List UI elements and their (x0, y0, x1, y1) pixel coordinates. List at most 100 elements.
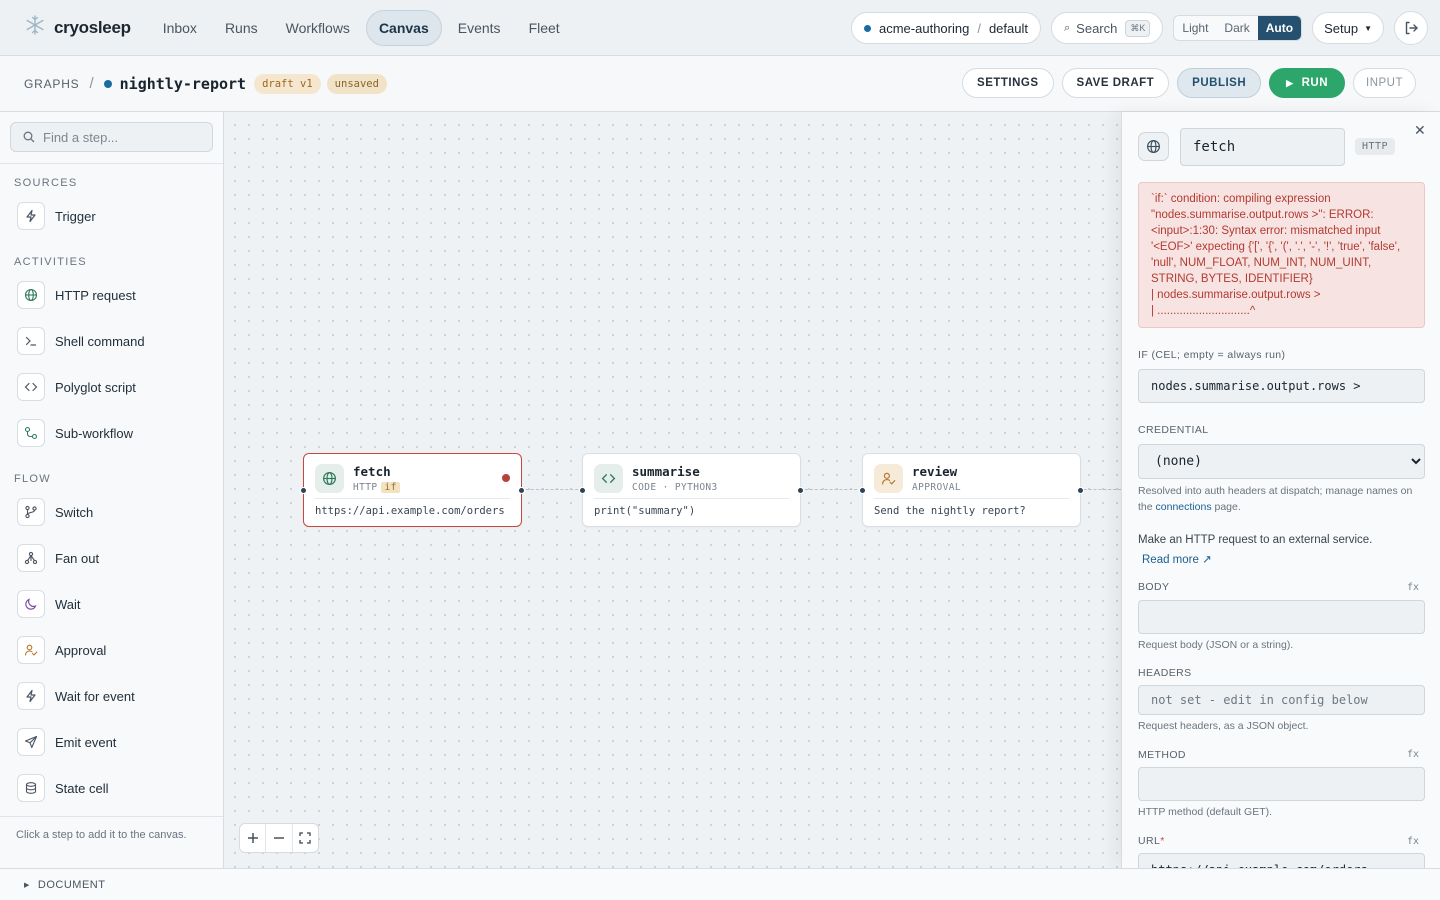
step-http-request[interactable]: HTTP request (14, 275, 214, 315)
read-more-link[interactable]: Read more ↗ (1142, 552, 1212, 566)
zoom-controls (239, 823, 319, 853)
step-state-cell[interactable]: State cell (14, 768, 214, 808)
connections-link[interactable]: connections (1156, 501, 1212, 513)
setup-menu[interactable]: Setup ▼ (1312, 12, 1384, 44)
theme-auto[interactable]: Auto (1257, 16, 1302, 40)
top-bar: cryosleep Inbox Runs Workflows Canvas Ev… (0, 0, 1440, 56)
run-button[interactable]: ▶ RUN (1269, 68, 1345, 98)
zoom-out-button[interactable] (266, 824, 293, 852)
breadcrumb-separator: / (89, 75, 94, 92)
if-badge: if (381, 482, 400, 493)
step-switch[interactable]: Switch (14, 492, 214, 532)
edge-review-next (1079, 489, 1121, 490)
input-button[interactable]: INPUT (1353, 68, 1416, 98)
nav-workflows[interactable]: Workflows (274, 11, 362, 45)
section-sources: SOURCES (14, 177, 78, 189)
step-polyglot-script[interactable]: Polyglot script (14, 367, 214, 407)
method-help: HTTP method (default GET). (1138, 806, 1273, 818)
step-approval[interactable]: Approval (14, 630, 214, 670)
search-icon (23, 131, 35, 143)
terminal-icon (17, 327, 45, 355)
output-port[interactable] (797, 487, 804, 494)
code-icon (594, 464, 623, 493)
workspace-org: acme-authoring (879, 20, 970, 36)
node-summarise[interactable]: summarise CODE · PYTHON3 print("summary"… (579, 453, 804, 527)
credential-select[interactable]: (none) (1138, 444, 1425, 479)
input-port[interactable] (579, 487, 586, 494)
publish-button[interactable]: PUBLISH (1177, 68, 1262, 98)
body-fx-toggle[interactable]: fx (1407, 582, 1419, 593)
logout-button[interactable] (1394, 11, 1428, 45)
sidebar-hint: Click a step to add it to the canvas. (0, 816, 223, 868)
url-input[interactable] (1138, 853, 1425, 868)
theme-dark[interactable]: Dark (1216, 16, 1257, 40)
node-review[interactable]: review APPROVAL Send the nightly report? (859, 453, 1084, 527)
body-input[interactable] (1138, 600, 1425, 634)
brand-name: cryosleep (54, 17, 131, 37)
step-sub-workflow[interactable]: Sub-workflow (14, 413, 214, 453)
nav-inbox[interactable]: Inbox (151, 11, 209, 45)
error-message: `if:` condition: compiling expression "n… (1138, 182, 1425, 328)
node-divider (594, 498, 789, 499)
step-wait-for-event[interactable]: Wait for event (14, 676, 214, 716)
headers-input[interactable] (1138, 685, 1425, 715)
url-label: URL* (1138, 835, 1165, 847)
nav-events[interactable]: Events (446, 11, 513, 45)
caret-right-icon: ▶ (24, 881, 30, 889)
step-shell-command[interactable]: Shell command (14, 321, 214, 361)
graph-canvas[interactable]: fetch HTTP if https://api.example.com/ord… (224, 112, 1121, 868)
search-button[interactable]: ⌕ Search ⌘K (1051, 12, 1164, 44)
headers-label: HEADERS (1138, 667, 1192, 679)
step-wait[interactable]: Wait (14, 584, 214, 624)
document-bar[interactable]: ▶ DOCUMENT (0, 868, 1440, 900)
chevron-down-icon: ▼ (1364, 23, 1372, 33)
step-label: Approval (55, 642, 107, 658)
graph-header: GRAPHS / nightly-report draft v1 unsaved… (0, 56, 1440, 112)
step-label: HTTP request (55, 287, 136, 303)
theme-light[interactable]: Light (1174, 16, 1216, 40)
output-port[interactable] (518, 487, 525, 494)
method-input[interactable] (1138, 767, 1425, 801)
step-label: Wait for event (55, 688, 135, 704)
node-name-input[interactable] (1180, 128, 1345, 166)
draft-badge: draft v1 (254, 73, 321, 94)
divider (0, 163, 223, 164)
code-icon (17, 373, 45, 401)
nav-canvas[interactable]: Canvas (365, 9, 442, 46)
step-label: Sub-workflow (55, 425, 134, 441)
output-port[interactable] (1077, 487, 1084, 494)
required-marker: * (1160, 835, 1165, 847)
step-search[interactable] (10, 122, 213, 152)
node-type: HTTP (353, 482, 378, 493)
minus-icon (273, 837, 284, 839)
brand[interactable]: cryosleep (24, 14, 131, 41)
node-description: Make an HTTP request to an external serv… (1138, 534, 1373, 546)
close-icon[interactable]: ✕ (1414, 122, 1426, 139)
breadcrumb-graphs[interactable]: GRAPHS (24, 77, 79, 91)
settings-button[interactable]: SETTINGS (962, 68, 1054, 98)
method-fx-toggle[interactable]: fx (1407, 749, 1419, 760)
node-fetch[interactable]: fetch HTTP if https://api.example.com/ord… (300, 453, 525, 527)
nav-fleet[interactable]: Fleet (517, 11, 572, 45)
url-fx-toggle[interactable]: fx (1407, 836, 1419, 847)
step-emit-event[interactable]: Emit event (14, 722, 214, 762)
save-draft-button[interactable]: SAVE DRAFT (1061, 68, 1170, 98)
nav-runs[interactable]: Runs (213, 11, 270, 45)
input-port[interactable] (300, 487, 307, 494)
run-label: RUN (1301, 77, 1328, 89)
bolt-icon (17, 682, 45, 710)
workspace-selector[interactable]: acme-authoring / default (851, 12, 1041, 44)
theme-toggle: Light Dark Auto (1173, 15, 1303, 41)
node-title: fetch (353, 464, 391, 479)
step-fan-out[interactable]: Fan out (14, 538, 214, 578)
step-search-input[interactable] (43, 129, 203, 145)
node-subtitle: CODE · PYTHON3 (632, 482, 718, 493)
input-port[interactable] (859, 487, 866, 494)
search-label: Search (1076, 20, 1118, 36)
step-trigger[interactable]: Trigger (14, 196, 214, 236)
fit-view-button[interactable] (293, 824, 318, 852)
if-condition-input[interactable] (1138, 369, 1425, 403)
zoom-in-button[interactable] (240, 824, 267, 852)
moon-icon (17, 590, 45, 618)
snowflake-icon (24, 14, 46, 41)
